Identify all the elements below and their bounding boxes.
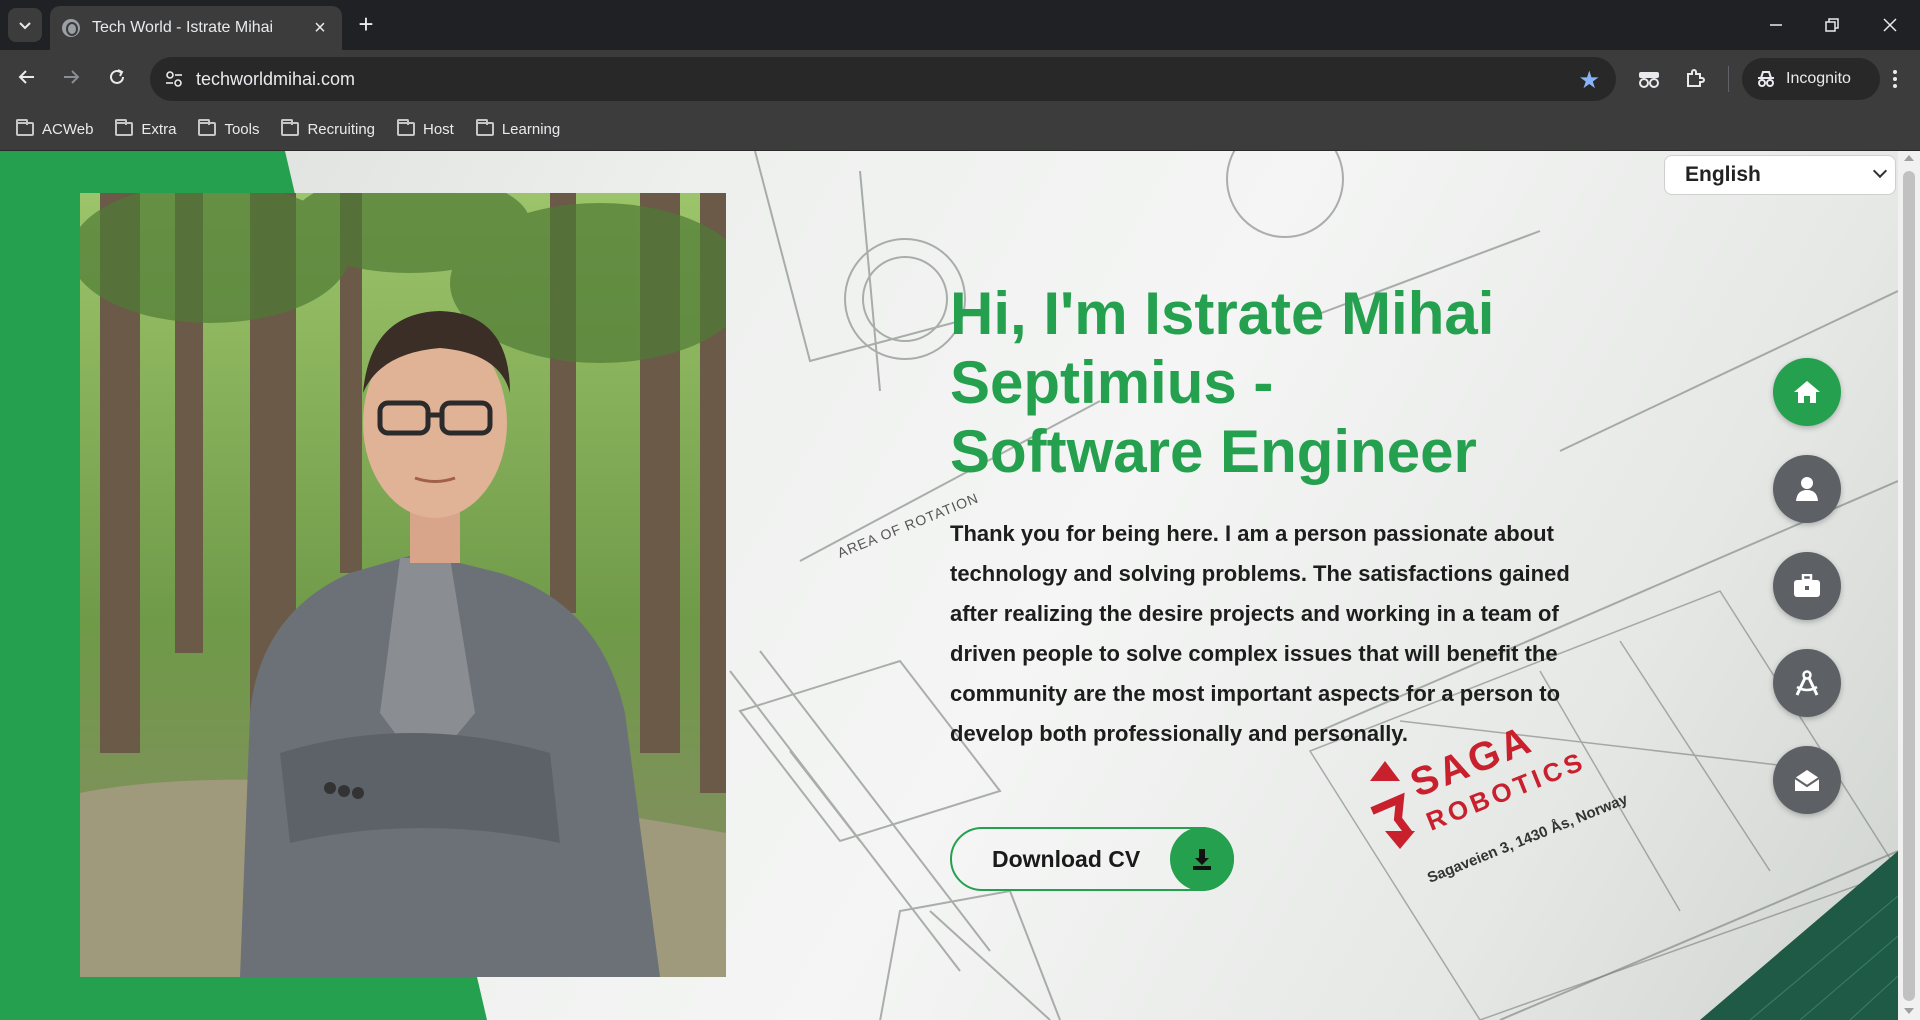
bookmark-star-icon[interactable]: ★ [1578,66,1600,95]
language-select[interactable]: English [1664,155,1896,195]
hero-title: Hi, I'm Istrate Mihai Septimius - Softwa… [950,279,1570,486]
reload-icon [110,69,124,84]
hero-section: Hi, I'm Istrate Mihai Septimius - Softwa… [950,279,1570,754]
minimize-icon [1770,24,1782,26]
tab-search-button[interactable] [8,8,42,42]
back-button[interactable] [12,64,42,94]
toolbar-divider [1728,66,1729,92]
tab-strip: Tech World - Istrate Mihai × + [0,0,1920,50]
chevron-down-icon [1872,163,1888,179]
compass-tools-icon [1795,670,1819,696]
hero-description: Thank you for being here. I am a person … [950,521,1570,746]
bookmark-label: Host [423,120,454,138]
language-selected-value: English [1685,163,1761,186]
nav-portfolio-button[interactable] [1773,552,1841,620]
folder-icon [16,119,34,136]
briefcase-icon [1794,574,1820,597]
scrollbar-thumb[interactable] [1903,171,1915,1001]
page-viewport: SAGA ROBOTICS Sagaveien 3, 1430 Ås, Norw… [0,151,1898,1020]
restore-button[interactable] [1804,0,1860,50]
bookmark-label: Tools [224,120,260,138]
close-icon [1883,18,1897,32]
browser-tab[interactable]: Tech World - Istrate Mihai × [50,6,342,50]
browser-menu-button[interactable] [1880,64,1910,94]
folder-icon [115,119,134,136]
profile-photo [80,193,726,977]
nav-about-button[interactable] [1773,455,1841,523]
page-scrollbar[interactable] [1898,151,1920,1020]
envelope-open-icon [1794,770,1820,791]
download-cv-button[interactable]: Download CV [950,827,1234,891]
folder-icon [198,119,217,136]
globe-icon [62,19,80,37]
bookmark-folder-host[interactable]: Host [397,119,454,138]
close-tab-icon[interactable]: × [310,17,330,40]
incognito-icon [1758,71,1774,87]
hero-title-line1: Hi, I'm Istrate Mihai [950,280,1495,347]
user-icon [1796,477,1818,501]
bookmark-label: ACWeb [42,120,94,138]
bookmark-label: Learning [501,120,561,138]
bookmark-folder-tools[interactable]: Tools [198,119,260,138]
nav-skills-button[interactable] [1773,649,1841,717]
scroll-down-arrow-icon[interactable] [1904,1008,1914,1014]
bookmark-folder-learning[interactable]: Learning [475,119,561,138]
bookmark-folder-acweb[interactable]: ACWeb [16,119,94,138]
folder-icon [397,119,415,136]
arrow-left-icon [18,70,34,84]
incognito-indicator[interactable]: Incognito [1742,58,1880,100]
forward-button[interactable] [56,64,86,94]
extensions-puzzle-icon[interactable] [1680,64,1710,94]
site-settings-icon[interactable] [164,69,184,89]
folder-icon [281,119,300,136]
bookmark-folder-extra[interactable]: Extra [115,119,177,138]
bookmark-label: Extra [141,120,177,138]
bookmark-label: Recruiting [307,120,375,138]
address-bar[interactable]: techworldmihai.com ★ [150,57,1616,101]
home-icon [1794,381,1820,403]
incognito-label: Incognito [1786,70,1851,87]
minimize-button[interactable] [1748,0,1804,50]
nav-contact-button[interactable] [1773,746,1841,814]
bookmarks-bar: ACWeb Extra Tools Recruiting Host Learni… [0,108,1920,151]
hero-title-line3: Software Engineer [950,418,1477,485]
restore-icon [1825,18,1839,32]
scroll-up-arrow-icon[interactable] [1904,155,1914,161]
new-tab-button[interactable]: + [352,10,380,38]
download-icon [1170,827,1234,891]
hero-title-line2: Septimius - [950,349,1274,416]
nav-home-button[interactable] [1773,358,1841,426]
chevron-down-icon [19,22,31,30]
bookmark-folder-recruiting[interactable]: Recruiting [281,119,375,138]
kebab-menu-icon [1893,70,1897,88]
browser-toolbar: techworldmihai.com ★ Incognito [0,50,1920,108]
url-text: techworldmihai.com [196,68,356,89]
tab-title: Tech World - Istrate Mihai [92,19,274,36]
download-cv-label: Download CV [992,845,1141,872]
folder-icon [475,119,494,136]
reload-button[interactable] [102,64,132,94]
arrow-right-icon [64,70,80,84]
close-window-button[interactable] [1862,0,1918,50]
incognito-extension-icon[interactable] [1634,64,1664,94]
